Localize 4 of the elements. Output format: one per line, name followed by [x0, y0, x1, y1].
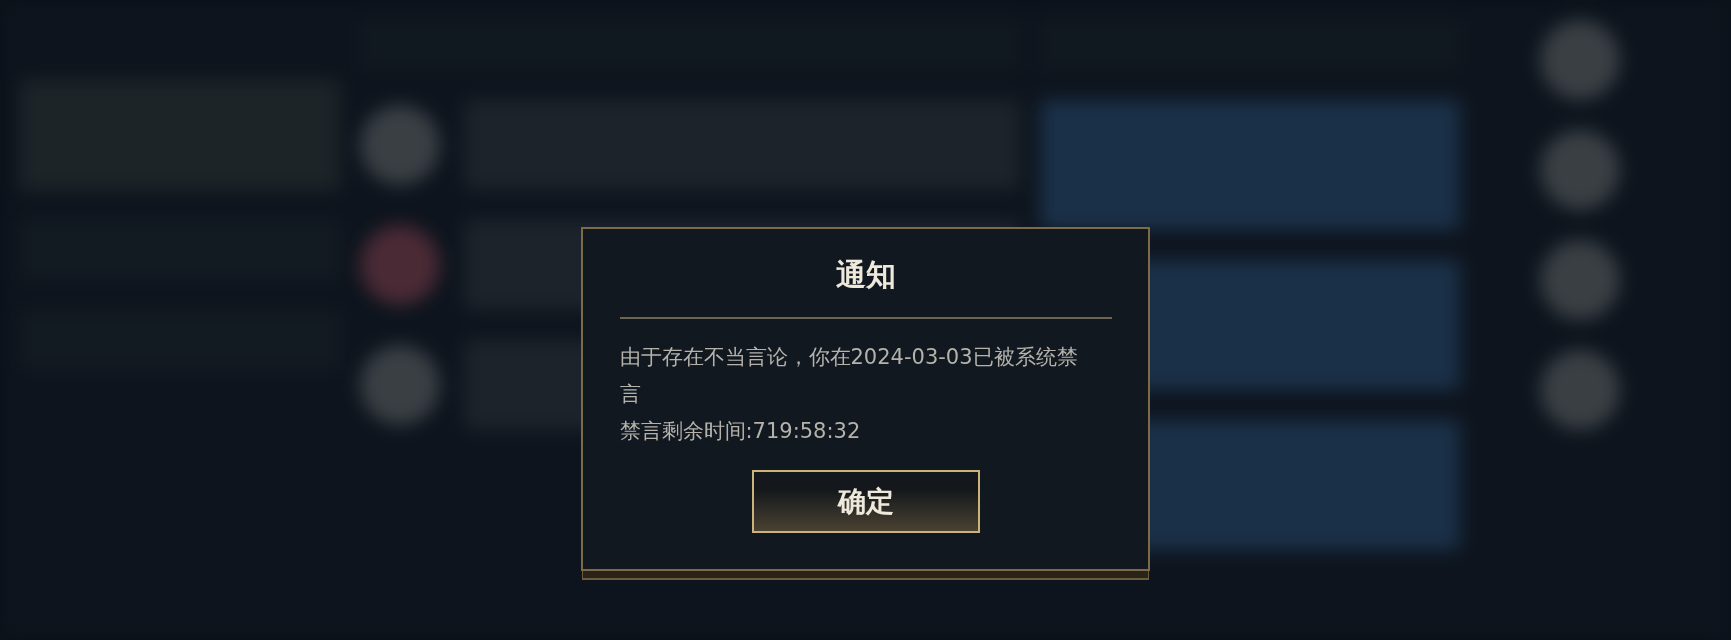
confirm-button[interactable]: 确定	[751, 470, 980, 533]
dialog-message: 由于存在不当言论，你在2024-03-03已被系统禁言	[619, 344, 1079, 408]
dialog-title: 通知	[835, 256, 896, 294]
remaining-time-text: 禁言剩余时间:719:58:32	[619, 418, 862, 445]
